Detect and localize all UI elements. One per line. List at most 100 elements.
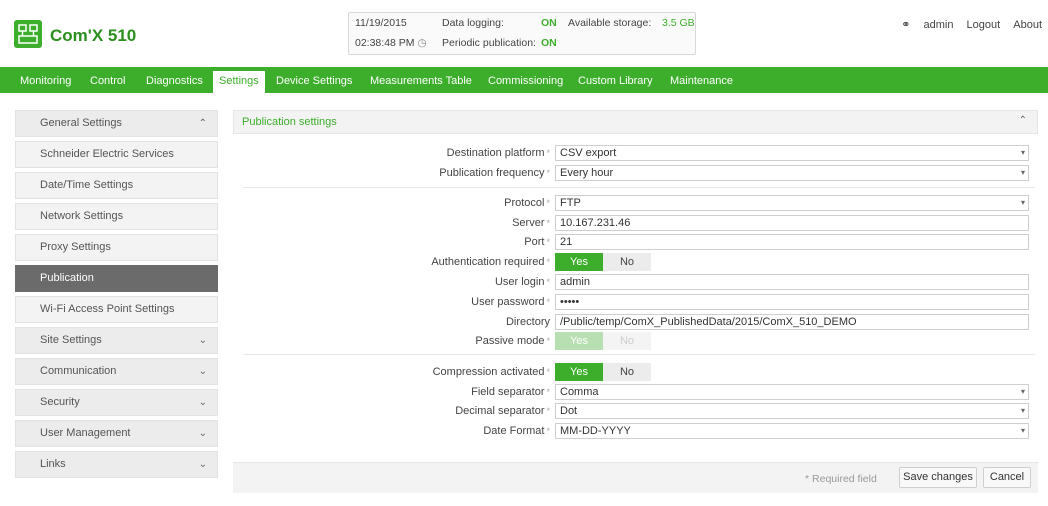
- port-input[interactable]: 21: [555, 234, 1029, 250]
- tab-settings[interactable]: Settings: [213, 71, 265, 93]
- sidebar-group-label: Communication: [40, 365, 117, 377]
- storage-label: Available storage:: [568, 17, 652, 29]
- sidebar-item-proxy-settings[interactable]: Proxy Settings: [15, 234, 218, 261]
- section-header[interactable]: Publication settings ⌃: [233, 110, 1038, 134]
- protocol-select[interactable]: FTP ▾: [555, 195, 1029, 211]
- destination-platform-select[interactable]: CSV export ▾: [555, 145, 1029, 161]
- date-format-label: Date Format *: [483, 425, 550, 437]
- app-header: Com'X 510 11/19/2015 02:38:48 PM ◷ Data …: [0, 0, 1048, 64]
- server-input[interactable]: 10.167.231.46: [555, 215, 1029, 231]
- authentication-required-toggle[interactable]: Yes No: [555, 253, 651, 271]
- sidebar-group-label: Security: [40, 396, 80, 408]
- sidebar-group-label: Site Settings: [40, 334, 102, 346]
- chevron-down-icon: ⌄: [198, 366, 207, 377]
- sidebar-group-links[interactable]: Links ⌄: [15, 451, 218, 478]
- chevron-down-icon: ⌄: [198, 335, 207, 346]
- about-link[interactable]: About: [1013, 19, 1042, 31]
- tab-diagnostics[interactable]: Diagnostics: [140, 71, 209, 91]
- tab-monitoring[interactable]: Monitoring: [14, 71, 77, 91]
- tab-device-settings[interactable]: Device Settings: [270, 71, 358, 91]
- port-label: Port *: [524, 236, 550, 248]
- passive-mode-label: Passive mode *: [475, 335, 550, 347]
- passive-mode-yes-option: Yes: [555, 332, 603, 350]
- directory-label: Directory: [505, 316, 550, 328]
- main-nav: Monitoring Control Diagnostics Settings …: [0, 67, 1048, 93]
- tab-custom-library[interactable]: Custom Library: [572, 71, 659, 91]
- form-footer: * Required field Save changes Cancel: [233, 462, 1038, 493]
- dropdown-icon: ▾: [1020, 148, 1025, 157]
- authentication-no-option[interactable]: No: [603, 253, 651, 271]
- directory-input[interactable]: /Public/temp/ComX_PublishedData/2015/Com…: [555, 314, 1029, 330]
- sidebar-group-site-settings[interactable]: Site Settings ⌄: [15, 327, 218, 354]
- section-title: Publication settings: [242, 116, 337, 128]
- tab-commissioning[interactable]: Commissioning: [482, 71, 569, 91]
- user-password-label: User password *: [471, 296, 550, 308]
- date-format-select[interactable]: MM-DD-YYYY ▾: [555, 423, 1029, 439]
- authentication-required-label: Authentication required *: [431, 256, 550, 268]
- chevron-down-icon: ⌄: [198, 397, 207, 408]
- chevron-up-icon: ⌃: [1018, 115, 1027, 126]
- top-links: ⚭ admin Logout About: [881, 18, 1042, 31]
- decimal-separator-select[interactable]: Dot ▾: [555, 403, 1029, 419]
- divider: [243, 354, 1035, 355]
- passive-mode-no-option: No: [603, 332, 651, 350]
- dropdown-icon: ▾: [1020, 406, 1025, 415]
- sidebar-item-wifi-access-point-settings[interactable]: Wi-Fi Access Point Settings: [15, 296, 218, 323]
- user-password-input[interactable]: •••••: [555, 294, 1029, 310]
- sidebar-group-user-management[interactable]: User Management ⌄: [15, 420, 218, 447]
- sidebar-group-security[interactable]: Security ⌄: [15, 389, 218, 416]
- user-name: admin: [923, 19, 954, 31]
- publication-settings-panel: Publication settings ⌃ Destination platf…: [233, 110, 1038, 493]
- authentication-yes-option[interactable]: Yes: [555, 253, 603, 271]
- cancel-button[interactable]: Cancel: [983, 467, 1031, 488]
- field-separator-select[interactable]: Comma ▾: [555, 384, 1029, 400]
- compression-activated-toggle[interactable]: Yes No: [555, 363, 651, 381]
- tab-control[interactable]: Control: [84, 71, 131, 91]
- sidebar-group-communication[interactable]: Communication ⌄: [15, 358, 218, 385]
- sidebar-item-schneider-electric-services[interactable]: Schneider Electric Services: [15, 141, 218, 168]
- divider: [243, 187, 1035, 188]
- publication-frequency-label: Publication frequency *: [439, 167, 550, 179]
- tab-maintenance[interactable]: Maintenance: [664, 71, 739, 91]
- status-panel: 11/19/2015 02:38:48 PM ◷ Data logging: O…: [348, 12, 696, 55]
- app-title: Com'X 510: [50, 26, 137, 45]
- protocol-label: Protocol *: [504, 197, 550, 209]
- user-login-input[interactable]: admin: [555, 274, 1029, 290]
- chevron-down-icon: ⌄: [198, 459, 207, 470]
- sidebar-group-label: General Settings: [40, 117, 122, 129]
- date-text: 11/19/2015: [355, 17, 407, 29]
- chevron-down-icon: ⌄: [198, 428, 207, 439]
- dropdown-icon: ▾: [1020, 426, 1025, 435]
- sidebar-group-general-settings[interactable]: General Settings ⌃: [15, 110, 218, 137]
- tab-measurements-table[interactable]: Measurements Table: [364, 71, 478, 91]
- passive-mode-toggle: Yes No: [555, 332, 651, 350]
- server-label: Server *: [512, 217, 550, 229]
- chevron-up-icon: ⌃: [198, 118, 207, 129]
- sidebar-group-label: User Management: [40, 427, 131, 439]
- periodic-publication-value: ON: [541, 37, 557, 49]
- sidebar-item-network-settings[interactable]: Network Settings: [15, 203, 218, 230]
- data-logging-value: ON: [541, 17, 557, 29]
- dropdown-icon: ▾: [1020, 198, 1025, 207]
- logout-link[interactable]: Logout: [967, 19, 1001, 31]
- save-changes-button[interactable]: Save changes: [899, 467, 977, 488]
- destination-platform-label: Destination platform *: [446, 147, 550, 159]
- user-login-label: User login *: [494, 276, 550, 288]
- compression-activated-label: Compression activated *: [432, 366, 550, 378]
- dropdown-icon: ▾: [1020, 387, 1025, 396]
- compression-no-option[interactable]: No: [603, 363, 651, 381]
- publication-frequency-select[interactable]: Every hour ▾: [555, 165, 1029, 181]
- data-logging-label: Data logging:: [442, 17, 504, 29]
- comx-logo-icon: [14, 20, 42, 48]
- compression-yes-option[interactable]: Yes: [555, 363, 603, 381]
- decimal-separator-label: Decimal separator *: [455, 405, 550, 417]
- user-icon: ⚭: [901, 19, 911, 31]
- user-link[interactable]: ⚭ admin: [891, 19, 953, 31]
- sidebar-item-publication[interactable]: Publication: [15, 265, 218, 292]
- clock-icon: ◷: [417, 37, 427, 49]
- field-separator-label: Field separator *: [471, 386, 550, 398]
- sidebar: General Settings ⌃ Schneider Electric Se…: [15, 110, 218, 482]
- dropdown-icon: ▾: [1020, 168, 1025, 177]
- time-text: 02:38:48 PM ◷: [355, 37, 427, 49]
- sidebar-item-date-time-settings[interactable]: Date/Time Settings: [15, 172, 218, 199]
